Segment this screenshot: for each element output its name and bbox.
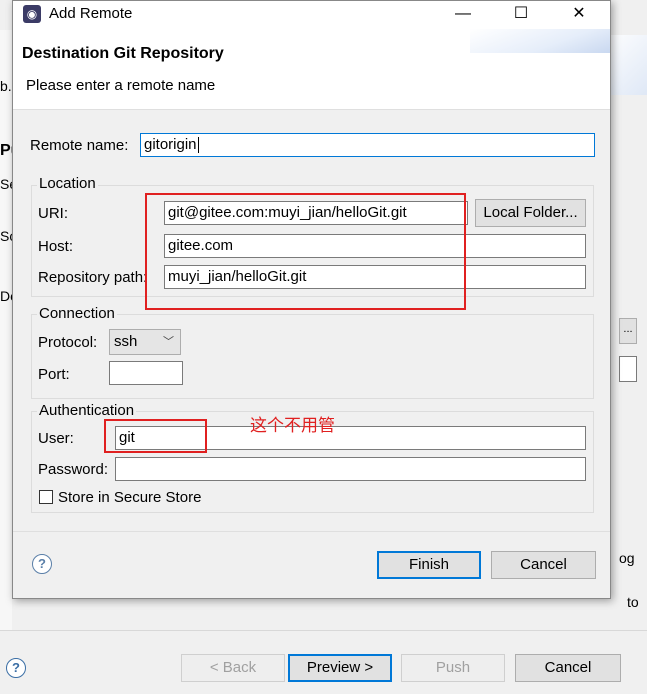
user-input[interactable]: git (115, 426, 586, 450)
port-input[interactable] (109, 361, 183, 385)
authentication-group-title: Authentication (37, 402, 137, 419)
header-title: Destination Git Repository (22, 45, 224, 62)
remote-name-value: gitorigin (144, 136, 197, 153)
host-input[interactable]: gitee.com (164, 234, 586, 258)
annotation-note: 这个不用管 (250, 416, 335, 435)
add-remote-dialog: ◉ Add Remote — ☐ ✕ Destination Git Repos… (12, 0, 611, 599)
cancel-button[interactable]: Cancel (491, 551, 596, 579)
text-caret (197, 137, 199, 154)
window-title: Add Remote (49, 5, 133, 22)
background-text-fragment: to (627, 594, 639, 610)
background-text-fragment: b. (0, 78, 12, 94)
remote-name-label: Remote name: (30, 137, 129, 154)
port-label: Port: (38, 366, 70, 383)
background-input[interactable] (619, 356, 637, 382)
finish-button[interactable]: Finish (377, 551, 481, 579)
maximize-icon[interactable]: ☐ (498, 1, 544, 29)
repository-path-input[interactable]: muyi_jian/helloGit.git (164, 265, 586, 289)
wizard-header: Destination Git Repository Please enter … (13, 29, 610, 110)
chevron-down-icon: ﹀ (163, 336, 174, 348)
preview-button[interactable]: Preview > (288, 654, 392, 682)
background-text-fragment: og (619, 550, 635, 566)
header-message: Please enter a remote name (26, 77, 216, 94)
protocol-value: ssh (114, 333, 138, 350)
background-cancel-button[interactable]: Cancel (515, 654, 621, 682)
local-folder-button[interactable]: Local Folder... (475, 199, 586, 227)
uri-label: URI: (38, 205, 68, 222)
back-button[interactable]: < Back (181, 654, 285, 682)
title-bar: ◉ Add Remote — ☐ ✕ (13, 1, 610, 29)
repository-path-label: Repository path: (38, 269, 148, 286)
background-browse-button[interactable]: ... (619, 318, 637, 344)
protocol-label: Protocol: (38, 334, 98, 351)
secure-store-checkbox[interactable] (39, 490, 53, 504)
password-input[interactable] (115, 457, 586, 481)
eclipse-app-icon: ◉ (23, 5, 41, 23)
minimize-icon[interactable]: — (440, 1, 486, 29)
remote-name-input[interactable]: gitorigin (140, 133, 595, 157)
connection-group (31, 314, 594, 399)
host-label: Host: (38, 238, 74, 255)
location-group-title: Location (37, 175, 98, 192)
help-icon[interactable]: ? (32, 554, 52, 574)
password-label: Password: (38, 461, 109, 478)
close-icon[interactable]: ✕ (556, 1, 602, 29)
connection-group-title: Connection (37, 305, 117, 322)
background-left-edge: b. Pu Se So De (0, 30, 20, 630)
background-help-icon[interactable]: ? (6, 658, 26, 678)
button-bar-separator (13, 531, 610, 532)
protocol-select[interactable]: ssh ﹀ (109, 329, 181, 355)
header-banner-art (470, 29, 610, 53)
user-label: User: (38, 430, 74, 447)
uri-input[interactable]: git@gitee.com:muyi_jian/helloGit.git (164, 201, 468, 225)
background-right-edge: ... og to ge (609, 0, 647, 693)
push-button[interactable]: Push (401, 654, 505, 682)
secure-store-label: Store in Secure Store (58, 489, 202, 506)
